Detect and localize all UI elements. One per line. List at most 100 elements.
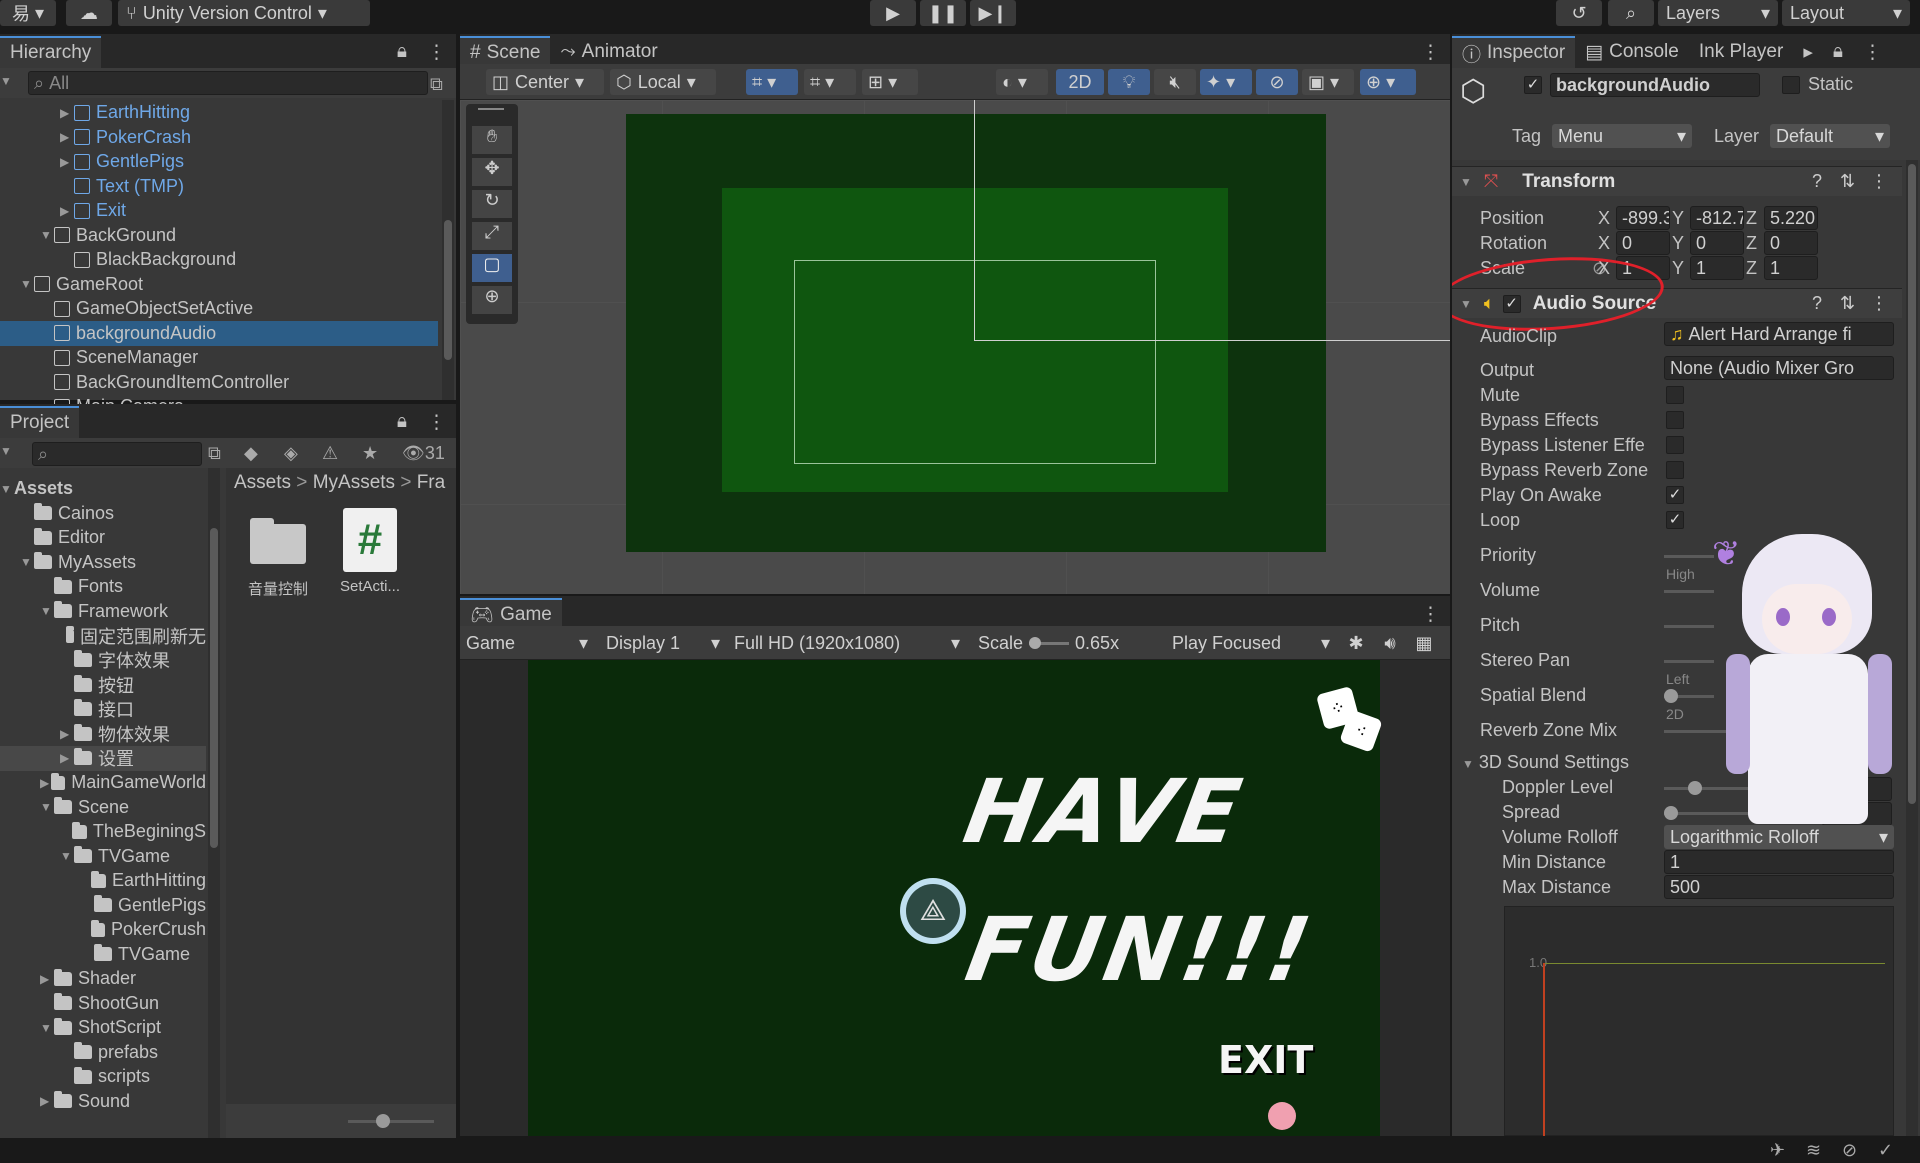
bypass-listener-checkbox[interactable] (1666, 436, 1684, 454)
volume-slider[interactable] (1664, 590, 1714, 593)
hierarchy-item[interactable]: ▼ BackGround (0, 223, 438, 248)
more-menu-icon[interactable]: ⋮ (417, 36, 456, 68)
scale-tool-icon[interactable]: ⤢ (472, 222, 512, 250)
expand-arrow-icon[interactable]: ▶ (40, 1094, 54, 1108)
search-window-icon[interactable]: ⧉ (208, 443, 221, 464)
spatial-blend-knob[interactable] (1664, 689, 1678, 703)
project-folder-item[interactable]: ▼ MyAssets (0, 550, 206, 575)
expand-arrow-icon[interactable]: ▶ (60, 727, 74, 741)
project-search-input[interactable]: ⌕ (32, 442, 202, 466)
rect-tool-icon[interactable]: ▢ (472, 254, 512, 282)
shading-mode-icon[interactable]: ◐ ▾ (996, 69, 1048, 95)
icon-size-slider[interactable] (348, 1120, 434, 1123)
hierarchy-item[interactable]: BackGroundItemController (0, 370, 438, 395)
create-dropdown-icon[interactable]: ▼ (0, 444, 12, 458)
tab-console[interactable]: ▤ Console (1575, 36, 1689, 68)
cloud-icon[interactable]: ☁ (66, 0, 112, 26)
layout-dropdown[interactable]: Layout ▾ (1782, 0, 1910, 26)
tab-ink-player[interactable]: Ink Player (1689, 36, 1793, 68)
hierarchy-item[interactable]: backgroundAudio (0, 320, 438, 346)
project-folder-item[interactable]: ▼ Assets (0, 476, 206, 501)
scene-visibility-icon[interactable]: ⊘ (1256, 69, 1298, 95)
lock-icon[interactable]: 🔒︎ (387, 406, 417, 438)
game-mode-dropdown[interactable]: Game ▾ (460, 630, 594, 656)
expand-arrow-icon[interactable]: ▶ (60, 106, 74, 120)
hierarchy-item[interactable]: SceneManager (0, 345, 438, 370)
project-folder-item[interactable]: ▼ Scene (0, 795, 206, 820)
hierarchy-item[interactable]: BlackBackground (0, 247, 438, 272)
version-control-dropdown[interactable]: ⑂ Unity Version Control ▾ (118, 0, 370, 26)
help-icon[interactable]: ? (1812, 293, 1822, 314)
status-icon[interactable]: ⊘ (1842, 1140, 1857, 1161)
exit-button[interactable]: EXIT (1218, 1038, 1313, 1082)
hierarchy-item[interactable]: ▼ GameRoot (0, 272, 438, 297)
project-folder-item[interactable]: ▼ Framework (0, 599, 206, 624)
step-button[interactable]: ▶❙ (970, 0, 1016, 26)
filter-label-icon[interactable]: ◈ (284, 443, 298, 464)
project-folder-item[interactable]: 接口 (0, 697, 206, 722)
expand-arrow-icon[interactable]: ▼ (40, 604, 54, 618)
project-folder-item[interactable]: Fonts (0, 574, 206, 599)
slider-knob[interactable] (376, 1114, 390, 1128)
hierarchy-item[interactable]: ▶ GentlePigs (0, 149, 438, 174)
breadcrumb-item[interactable]: Assets (234, 472, 291, 493)
project-folder-item[interactable]: 固定范围刷新无 (0, 623, 206, 648)
expand-arrow-icon[interactable]: ▼ (40, 228, 54, 242)
play-focused-dropdown[interactable]: Play Focused ▾ (1166, 630, 1336, 656)
project-folder-item[interactable]: TVGame (0, 942, 206, 967)
palette-grip[interactable] (478, 108, 504, 110)
project-folder-item[interactable]: GentlePigs (0, 893, 206, 918)
status-icon[interactable]: ✓ (1878, 1140, 1893, 1161)
project-folder-item[interactable]: ▼ ShotScript (0, 1015, 206, 1040)
lock-icon[interactable]: 🔒︎ (387, 36, 417, 68)
component-menu-icon[interactable]: ⋮ (1870, 293, 1888, 314)
tag-dropdown[interactable]: Menu ▾ (1552, 124, 1692, 148)
snap-increment-icon[interactable]: ⌗ ▾ (804, 69, 856, 95)
scrollbar-thumb[interactable] (1908, 164, 1916, 804)
history-icon[interactable]: ↺ (1556, 0, 1602, 26)
spread-knob[interactable] (1664, 806, 1678, 820)
collapse-arrow-icon[interactable]: ▼ (1460, 175, 1472, 189)
hierarchy-item[interactable]: ▶ EarthHitting (0, 100, 438, 125)
scale-z-field[interactable]: 1 (1764, 256, 1818, 280)
bug-icon[interactable]: ✱ (1340, 630, 1372, 656)
presets-icon[interactable]: ⇅ (1840, 293, 1855, 314)
warning-icon[interactable]: ⚠ (322, 443, 338, 464)
max-distance-field[interactable]: 500 (1664, 875, 1894, 899)
favorite-star-icon[interactable]: ★ (362, 443, 378, 464)
lighting-icon[interactable]: 💡︎ (1108, 69, 1150, 95)
project-folder-item[interactable]: EarthHitting (0, 868, 206, 893)
pivot-center-dropdown[interactable]: ◫ Center ▾ (486, 69, 604, 95)
hierarchy-search-input[interactable]: ⌕ All (28, 71, 428, 95)
layers-dropdown[interactable]: Layers ▾ (1658, 0, 1778, 26)
tab-inspector[interactable]: ⓘ Inspector (1452, 36, 1576, 68)
rotation-x-field[interactable]: 0 (1616, 231, 1670, 255)
scale-y-field[interactable]: 1 (1690, 256, 1744, 280)
display-dropdown[interactable]: Display 1 ▾ (600, 630, 726, 656)
expand-arrow-icon[interactable]: ▼ (40, 800, 54, 814)
move-tool-icon[interactable]: ✥ (472, 158, 512, 186)
play-on-awake-checkbox[interactable]: ✓ (1666, 486, 1684, 504)
ruler-icon[interactable]: ⊞ ▾ (862, 69, 918, 95)
project-folder-item[interactable]: ▶ MainGameWorld (0, 770, 206, 795)
loop-checkbox[interactable]: ✓ (1666, 511, 1684, 529)
tab-project[interactable]: Project (0, 406, 80, 438)
lock-icon[interactable]: 🔒︎ (1823, 36, 1853, 68)
status-icon[interactable]: ✈ (1770, 1140, 1785, 1161)
project-folder-item[interactable]: PokerCrush (0, 917, 206, 942)
asset-script-item[interactable]: # SetActi... (330, 508, 410, 595)
project-folder-item[interactable]: ▶ Shader (0, 966, 206, 991)
expand-arrow-icon[interactable]: ▶ (60, 155, 74, 169)
active-checkbox[interactable]: ✓ (1524, 76, 1542, 94)
project-folder-item[interactable]: TheBeginingS (0, 819, 206, 844)
effects-icon[interactable]: ✦ ▾ (1200, 69, 1252, 95)
expand-arrow-icon[interactable]: ▶ (40, 776, 51, 790)
account-dropdown[interactable]: 易 ▾ (0, 0, 56, 26)
project-folder-item[interactable]: prefabs (0, 1040, 206, 1065)
pause-button[interactable]: ❚❚ (920, 0, 966, 26)
presets-icon[interactable]: ⇅ (1840, 171, 1855, 192)
scene-viewport[interactable]: ✋︎ ✥ ↻ ⤢ ▢ ⊕ (460, 100, 1450, 594)
rotation-z-field[interactable]: 0 (1764, 231, 1818, 255)
expand-arrow-icon[interactable]: ▼ (40, 1021, 54, 1035)
object-name-field[interactable]: backgroundAudio (1550, 73, 1760, 97)
